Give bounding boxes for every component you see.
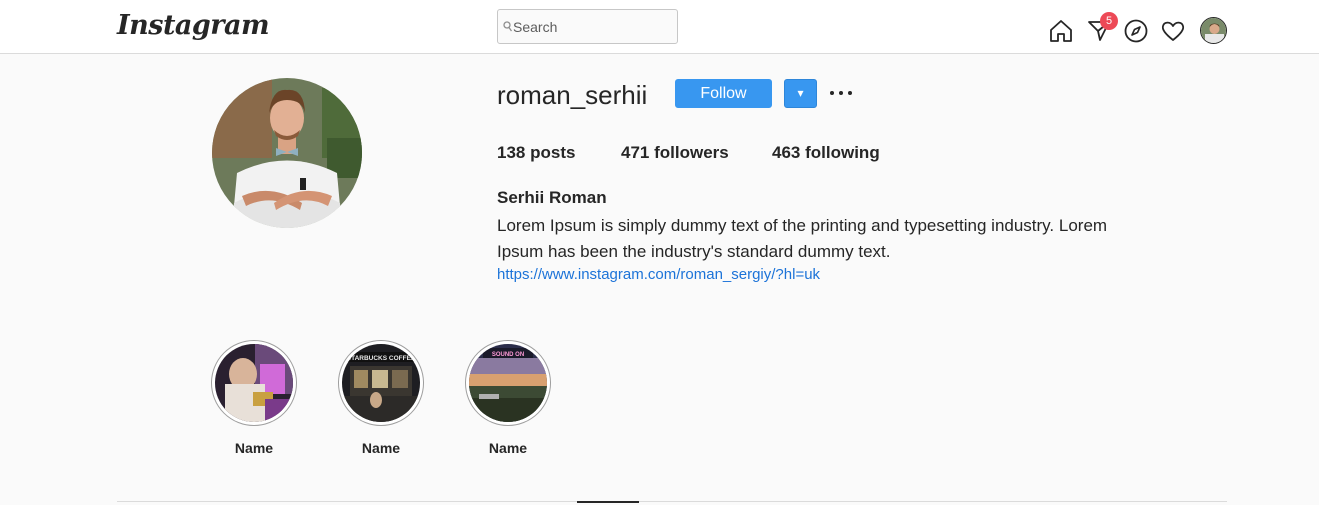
story-highlight[interactable]: Name [211,340,297,456]
highlight-ring: SOUND ON [465,340,551,426]
bio-line-2: Ipsum has been the industry's standard d… [497,242,891,261]
highlight-thumbnail: SOUND ON [469,344,547,422]
profile-username: roman_serhii [497,80,648,110]
posts-label: posts [530,143,576,162]
followers-label: followers [654,143,729,162]
posts-tab-indicator[interactable] [577,501,639,503]
posts-stat: 138 posts [497,143,575,163]
profile-website-link[interactable]: https://www.instagram.com/roman_sergiy/?… [497,266,820,283]
followers-count: 471 [621,143,650,162]
highlight-name: Name [234,440,274,456]
story-highlight[interactable]: STARBUCKS COFFEE Name [338,340,424,456]
highlight-thumbnail [215,344,293,422]
following-stat[interactable]: 463 following [772,143,880,163]
profile-picture[interactable] [212,78,362,228]
follow-button[interactable]: Follow [675,79,772,108]
tabs-divider [117,501,1227,502]
top-navbar: Instagram 5 [0,0,1319,54]
heart-activity-icon[interactable] [1160,18,1186,44]
posts-count: 138 [497,143,526,162]
sound-on-sign-text: SOUND ON [492,352,524,358]
profile-bio: Lorem Ipsum is simply dummy text of the … [497,213,1157,265]
search-box[interactable] [497,9,678,44]
highlight-name: Name [361,440,401,456]
bio-line-1: Lorem Ipsum is simply dummy text of the … [497,216,1108,235]
more-options-icon[interactable] [829,87,853,99]
highlight-ring [211,340,297,426]
story-highlight[interactable]: SOUND ON Name [465,340,551,456]
search-input[interactable] [513,14,673,40]
profile-full-name: Serhii Roman [497,188,607,207]
following-label: following [805,143,880,162]
starbucks-sign-text: STARBUCKS COFFEE [347,355,416,362]
home-icon[interactable] [1048,18,1074,44]
search-icon [503,21,512,32]
profile-avatar-nav[interactable] [1200,17,1227,44]
suggestions-dropdown-button[interactable]: ▾ [784,79,817,108]
highlight-ring: STARBUCKS COFFEE [338,340,424,426]
explore-compass-icon[interactable] [1123,18,1149,44]
following-count: 463 [772,143,801,162]
followers-stat[interactable]: 471 followers [621,143,729,163]
highlight-name: Name [488,440,528,456]
notification-badge: 5 [1100,12,1118,30]
instagram-logo[interactable]: Instagram [117,10,270,41]
highlight-thumbnail: STARBUCKS COFFEE [342,344,420,422]
